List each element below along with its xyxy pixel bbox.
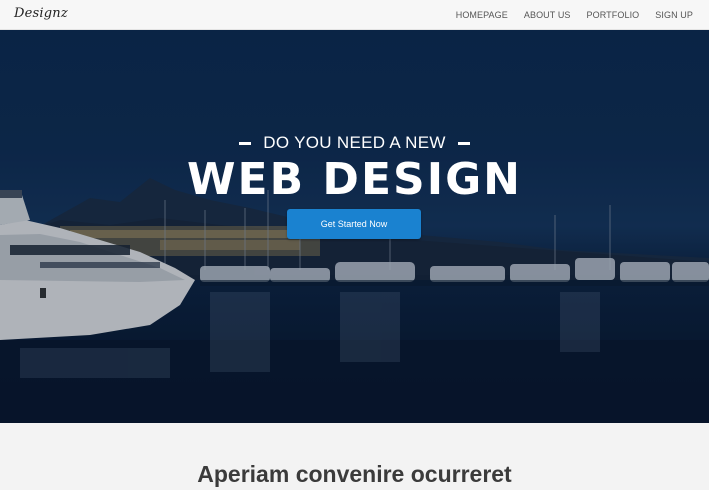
nav-menu: HOMEPAGE ABOUT US PORTFOLIO SIGN UP (456, 0, 693, 30)
hero-subtitle-text: DO YOU NEED A NEW (263, 133, 446, 152)
section-title: Aperiam convenire ocurreret (197, 461, 512, 487)
intro-section: Aperiam convenire ocurreret (0, 423, 709, 490)
nav-link-portfolio[interactable]: PORTFOLIO (587, 10, 640, 20)
dash-decoration-right (457, 141, 470, 145)
dash-decoration-left (239, 141, 252, 145)
brand-logo[interactable]: Designz (14, 6, 68, 21)
nav-link-sign-up[interactable]: SIGN UP (655, 10, 693, 20)
hero-banner: DO YOU NEED A NEW WEB DESIGN Get Started… (0, 30, 709, 423)
nav-link-about-us[interactable]: ABOUT US (524, 10, 571, 20)
hero-title: WEB DESIGN (186, 154, 523, 205)
hero-subtitle: DO YOU NEED A NEW (0, 133, 709, 153)
nav-link-homepage[interactable]: HOMEPAGE (456, 10, 508, 20)
get-started-button[interactable]: Get Started Now (287, 209, 421, 239)
navbar: Designz HOMEPAGE ABOUT US PORTFOLIO SIGN… (0, 0, 709, 30)
